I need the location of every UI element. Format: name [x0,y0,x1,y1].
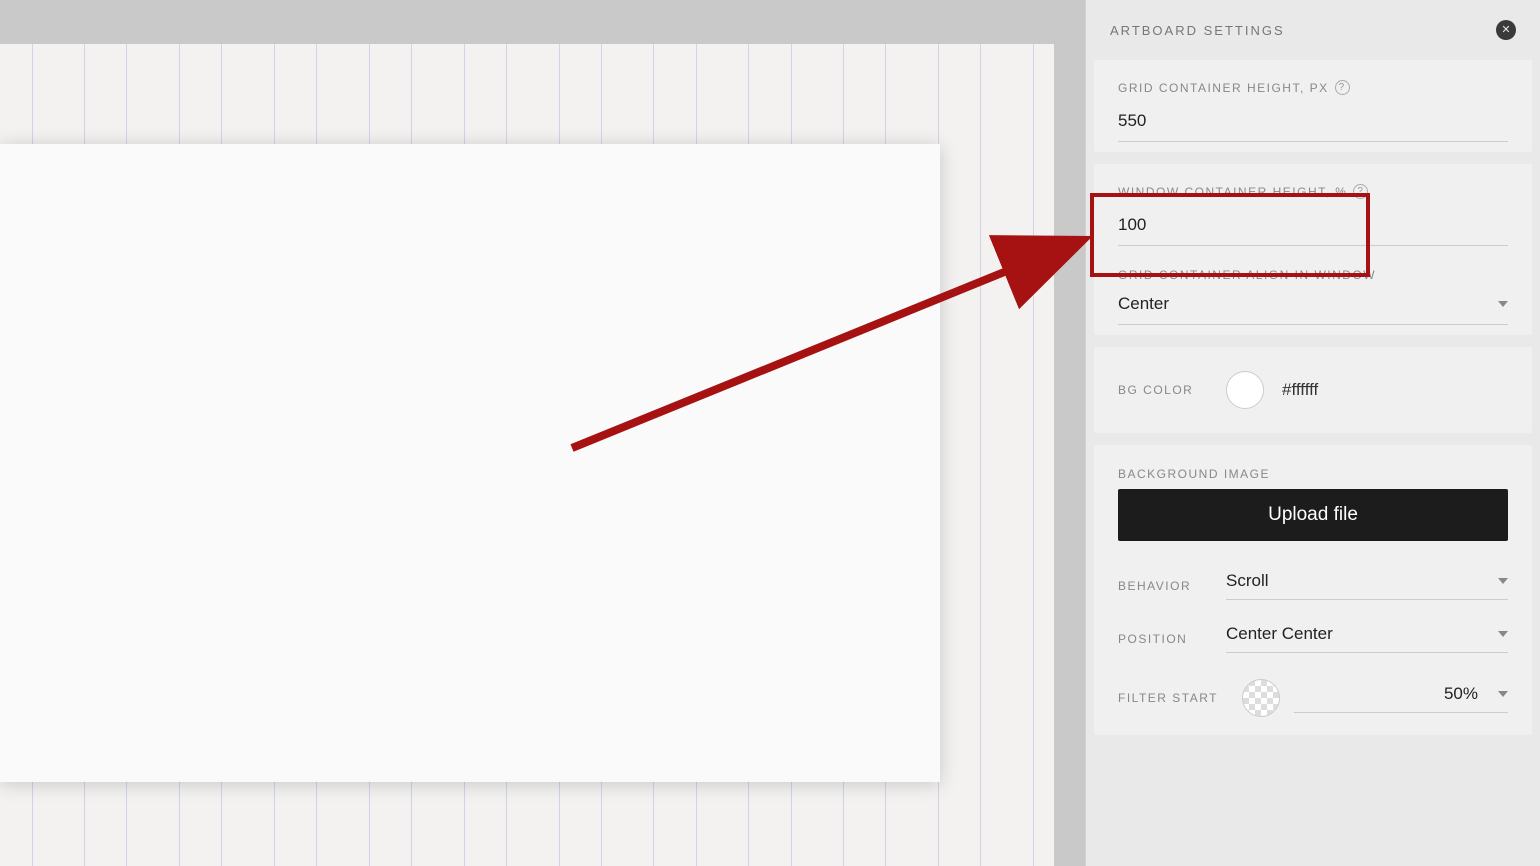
canvas-area[interactable] [0,0,1085,866]
section-bg-image: BACKGROUND IMAGE Upload file BEHAVIOR Sc… [1094,445,1532,735]
upload-file-button[interactable]: Upload file [1118,489,1508,541]
grid-height-label-text: GRID CONTAINER HEIGHT, PX [1118,81,1329,95]
section-grid-height: GRID CONTAINER HEIGHT, PX ? [1094,60,1532,152]
panel-body: GRID CONTAINER HEIGHT, PX ? WINDOW CONTA… [1086,60,1540,767]
panel-title: ARTBOARD SETTINGS [1110,23,1285,38]
position-select[interactable]: Center Center [1226,624,1508,653]
grid-height-input[interactable] [1118,107,1508,142]
bg-image-label: BACKGROUND IMAGE [1094,445,1532,489]
position-label: POSITION [1118,632,1208,646]
window-height-input[interactable] [1118,211,1508,246]
grid-align-select[interactable]: Center [1118,294,1508,325]
bg-color-swatch[interactable] [1226,371,1264,409]
help-icon[interactable]: ? [1353,184,1368,199]
grid-align-value: Center [1118,294,1169,314]
chevron-down-icon [1498,631,1508,637]
position-value: Center Center [1226,624,1333,644]
chevron-down-icon [1498,691,1508,697]
filter-color-swatch[interactable] [1242,679,1280,717]
window-height-label-text: WINDOW CONTAINER HEIGHT, % [1118,185,1347,199]
window-height-label: WINDOW CONTAINER HEIGHT, % ? [1118,184,1508,199]
behavior-field: BEHAVIOR Scroll [1094,559,1532,612]
behavior-select[interactable]: Scroll [1226,571,1508,600]
filter-start-select[interactable]: 50% [1294,684,1508,713]
help-icon[interactable]: ? [1335,80,1350,95]
behavior-value: Scroll [1226,571,1269,591]
filter-start-label: FILTER START [1118,691,1228,705]
panel-header: ARTBOARD SETTINGS ✕ [1086,0,1540,60]
filter-start-field: FILTER START 50% [1094,665,1532,735]
artboard-outer [0,44,1054,866]
bg-color-value: #ffffff [1282,380,1318,400]
bg-color-label: BG COLOR [1118,383,1208,397]
grid-align-label-text: GRID CONTAINER ALIGN IN WINDOW [1118,268,1376,282]
settings-panel: ARTBOARD SETTINGS ✕ GRID CONTAINER HEIGH… [1085,0,1540,866]
grid-height-label: GRID CONTAINER HEIGHT, PX ? [1118,80,1508,95]
grid-align-label: GRID CONTAINER ALIGN IN WINDOW [1118,268,1508,282]
artboard[interactable] [0,144,940,782]
behavior-label: BEHAVIOR [1118,579,1208,593]
chevron-down-icon [1498,301,1508,307]
close-icon[interactable]: ✕ [1496,20,1516,40]
chevron-down-icon [1498,578,1508,584]
filter-start-value: 50% [1444,684,1478,704]
section-window-height: WINDOW CONTAINER HEIGHT, % ? GRID CONTAI… [1094,164,1532,335]
section-bg-color: BG COLOR #ffffff [1094,347,1532,433]
position-field: POSITION Center Center [1094,612,1532,665]
